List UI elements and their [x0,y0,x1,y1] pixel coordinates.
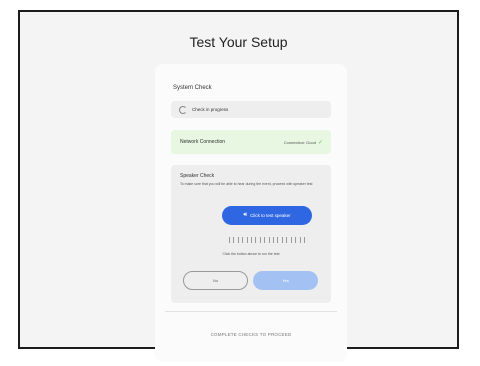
progress-text: Check in progress [192,107,229,112]
yes-button[interactable]: Yes [253,271,318,290]
setup-card: System Check Check in progress Network C… [155,64,347,362]
test-speaker-button[interactable]: 🔊︎ Click to test speaker [222,206,312,225]
network-status: Connection: Good ✓ [284,139,323,146]
divider [165,311,337,312]
check-progress-row: Check in progress [171,101,331,118]
page-title: Test Your Setup [189,34,288,50]
network-status-text: Connection: Good [283,139,316,145]
spinner-icon [179,105,187,114]
test-speaker-label: Click to test speaker [250,213,291,218]
checkmark-icon: ✓ [317,139,323,146]
speaker-check-title: Speaker Check [180,173,215,179]
speaker-check-description: To make sure that you will be able to he… [180,182,313,186]
no-button[interactable]: No [183,271,248,290]
speaker-icon: 🔊︎ [243,212,248,218]
network-connection-row: Network Connection Connection: Good ✓ [171,130,331,154]
complete-checks-text: COMPLETE CHECKS TO PROCEED [210,332,292,337]
network-label: Network Connection [180,139,226,145]
speaker-test-hint: Click the button above to run the test [222,252,280,256]
speaker-check-panel: Speaker Check To make sure that you will… [171,165,331,303]
audio-level-meter [229,237,305,243]
system-check-label: System Check [173,85,212,91]
app-frame: Test Your Setup System Check Check in pr… [18,10,459,362]
